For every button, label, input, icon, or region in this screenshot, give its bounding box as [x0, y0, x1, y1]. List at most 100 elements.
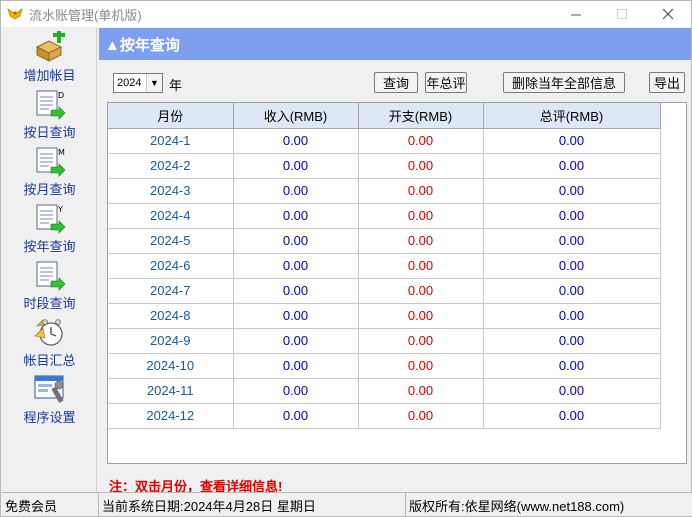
cell-expense[interactable]: 0.00 [358, 353, 484, 379]
cell-expense[interactable]: 0.00 [358, 278, 484, 304]
cell-income[interactable]: 0.00 [233, 153, 359, 179]
window-controls [553, 1, 691, 27]
sidebar-item-yearly-query[interactable]: Y 按年查询 [2, 201, 97, 258]
cell-month[interactable]: 2024-12 [108, 403, 234, 429]
cell-expense[interactable]: 0.00 [358, 128, 484, 154]
cell-total[interactable]: 0.00 [483, 203, 661, 229]
cell-income[interactable]: 0.00 [233, 378, 359, 404]
app-window: 流水账管理(单机版) 增加帐目 D 按日查询 M 按月查询 Y 按年查询 时段查… [0, 0, 692, 517]
yearly-table-container: 月份 收入(RMB) 开支(RMB) 总评(RMB) 2024-1 0.00 0.0… [107, 102, 687, 464]
table-row[interactable]: 2024-3 0.00 0.00 0.00 [108, 178, 661, 204]
close-icon [662, 8, 673, 19]
cell-income[interactable]: 0.00 [233, 328, 359, 354]
table-row[interactable]: 2024-12 0.00 0.00 0.00 [108, 403, 661, 429]
table-row[interactable]: 2024-7 0.00 0.00 0.00 [108, 278, 661, 304]
sidebar-item-daily-query[interactable]: D 按日查询 [2, 87, 97, 144]
cell-total[interactable]: 0.00 [483, 153, 661, 179]
cell-expense[interactable]: 0.00 [358, 378, 484, 404]
query-button[interactable]: 查询 [374, 72, 418, 93]
cell-expense[interactable]: 0.00 [358, 403, 484, 429]
cell-income[interactable]: 0.00 [233, 178, 359, 204]
sidebar-item-period-query[interactable]: 时段查询 [2, 258, 97, 315]
sidebar-item-label: 按日查询 [23, 125, 76, 140]
cell-expense[interactable]: 0.00 [358, 228, 484, 254]
cell-income[interactable]: 0.00 [233, 278, 359, 304]
cell-income[interactable]: 0.00 [233, 253, 359, 279]
yearly-report-icon: Y [36, 204, 65, 234]
cell-total[interactable]: 0.00 [483, 303, 661, 329]
column-header-month[interactable]: 月份 [108, 103, 234, 129]
cell-income[interactable]: 0.00 [233, 303, 359, 329]
cell-total[interactable]: 0.00 [483, 328, 661, 354]
cell-month[interactable]: 2024-11 [108, 378, 234, 404]
cell-month[interactable]: 2024-2 [108, 153, 234, 179]
cell-month[interactable]: 2024-5 [108, 228, 234, 254]
table-row[interactable]: 2024-2 0.00 0.00 0.00 [108, 153, 661, 179]
cell-total[interactable]: 0.00 [483, 278, 661, 304]
cell-total[interactable]: 0.00 [483, 253, 661, 279]
cell-month[interactable]: 2024-3 [108, 178, 234, 204]
minimize-icon [570, 14, 581, 15]
column-header-expense[interactable]: 开支(RMB) [358, 103, 484, 129]
maximize-button[interactable] [599, 1, 645, 27]
sidebar-item-label: 按年查询 [23, 239, 76, 254]
cell-total[interactable]: 0.00 [483, 378, 661, 404]
sidebar-item-settings[interactable]: 程序设置 [2, 372, 97, 429]
chevron-down-icon[interactable]: ▼ [146, 74, 162, 92]
sidebar-item-add-entry[interactable]: 增加帐目 [2, 30, 97, 87]
yearly-table: 月份 收入(RMB) 开支(RMB) 总评(RMB) 2024-1 0.00 0.0… [108, 103, 661, 429]
table-row[interactable]: 2024-4 0.00 0.00 0.00 [108, 203, 661, 229]
cell-month[interactable]: 2024-7 [108, 278, 234, 304]
cell-expense[interactable]: 0.00 [358, 178, 484, 204]
sidebar-item-summary[interactable]: 帐目汇总 [2, 315, 97, 372]
export-button[interactable]: 导出 [649, 72, 685, 93]
cell-month[interactable]: 2024-4 [108, 203, 234, 229]
add-entry-icon [35, 31, 65, 62]
sidebar-item-label: 增加帐目 [23, 68, 76, 83]
svg-text:Y: Y [57, 205, 63, 214]
table-row[interactable]: 2024-11 0.00 0.00 0.00 [108, 378, 661, 404]
cell-income[interactable]: 0.00 [233, 403, 359, 429]
cell-expense[interactable]: 0.00 [358, 153, 484, 179]
cell-total[interactable]: 0.00 [483, 353, 661, 379]
cell-expense[interactable]: 0.00 [358, 253, 484, 279]
table-row[interactable]: 2024-10 0.00 0.00 0.00 [108, 353, 661, 379]
cell-month[interactable]: 2024-9 [108, 328, 234, 354]
close-button[interactable] [645, 1, 691, 27]
svg-text:M: M [58, 148, 65, 157]
cell-income[interactable]: 0.00 [233, 228, 359, 254]
minimize-button[interactable] [553, 1, 599, 27]
sidebar-item-label: 程序设置 [23, 410, 76, 425]
cell-total[interactable]: 0.00 [483, 228, 661, 254]
column-header-income[interactable]: 收入(RMB) [233, 103, 359, 129]
table-row[interactable]: 2024-8 0.00 0.00 0.00 [108, 303, 661, 329]
column-header-total[interactable]: 总评(RMB) [483, 103, 661, 129]
table-row[interactable]: 2024-9 0.00 0.00 0.00 [108, 328, 661, 354]
cell-total[interactable]: 0.00 [483, 128, 661, 154]
cell-income[interactable]: 0.00 [233, 203, 359, 229]
section-header: ▲按年查询 [99, 28, 691, 60]
svg-text:D: D [58, 91, 64, 100]
cell-month[interactable]: 2024-1 [108, 128, 234, 154]
table-row[interactable]: 2024-5 0.00 0.00 0.00 [108, 228, 661, 254]
cell-expense[interactable]: 0.00 [358, 328, 484, 354]
daily-report-icon: D [36, 90, 65, 120]
maximize-icon [616, 8, 627, 19]
year-dropdown[interactable]: 2024 ▼ [113, 73, 163, 93]
cell-total[interactable]: 0.00 [483, 178, 661, 204]
cell-expense[interactable]: 0.00 [358, 203, 484, 229]
cell-month[interactable]: 2024-10 [108, 353, 234, 379]
cell-month[interactable]: 2024-6 [108, 253, 234, 279]
cell-income[interactable]: 0.00 [233, 353, 359, 379]
year-summary-button[interactable]: 年总评 [425, 72, 467, 93]
sidebar-item-label: 按月查询 [23, 182, 76, 197]
cell-expense[interactable]: 0.00 [358, 303, 484, 329]
cell-income[interactable]: 0.00 [233, 128, 359, 154]
status-date: 当前系统日期:2024年4月28日 星期日 [99, 493, 406, 517]
cell-total[interactable]: 0.00 [483, 403, 661, 429]
cell-month[interactable]: 2024-8 [108, 303, 234, 329]
delete-year-button[interactable]: 删除当年全部信息 [503, 72, 625, 93]
table-row[interactable]: 2024-6 0.00 0.00 0.00 [108, 253, 661, 279]
sidebar-item-monthly-query[interactable]: M 按月查询 [2, 144, 97, 201]
table-row[interactable]: 2024-1 0.00 0.00 0.00 [108, 128, 661, 154]
